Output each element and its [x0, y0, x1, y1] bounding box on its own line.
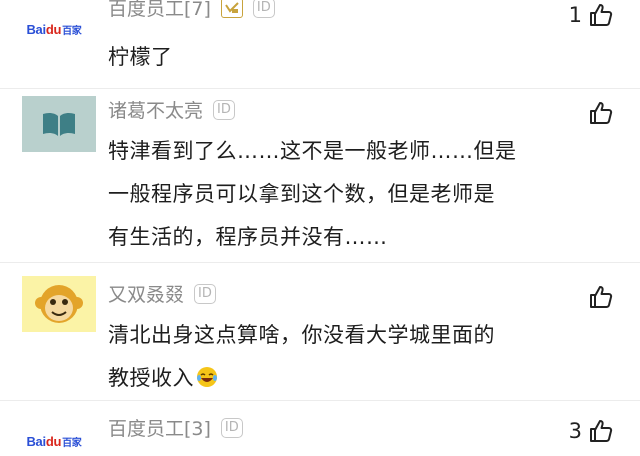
thumbs-up-icon	[590, 102, 613, 124]
thumbs-up-icon	[590, 4, 613, 26]
id-badge: ID	[194, 283, 216, 304]
avatar[interactable]: Baidu百家	[24, 426, 84, 456]
username[interactable]: 又双叒叕	[108, 280, 184, 307]
book-icon	[43, 112, 75, 136]
comment-header: 百度员工[7] ID	[108, 0, 275, 21]
divider	[0, 262, 640, 263]
baidu-logo-icon: Baidu百家	[26, 21, 82, 37]
username[interactable]: 百度员工[7]	[108, 0, 211, 21]
monkey-icon	[35, 285, 83, 323]
avatar[interactable]: Baidu百家	[24, 14, 84, 44]
divider	[0, 88, 640, 89]
avatar[interactable]	[22, 276, 96, 332]
laughing-tears-emoji-icon	[197, 367, 217, 387]
like-count: 3	[568, 419, 582, 443]
thumbs-up-icon	[590, 286, 613, 308]
comment-header: 诸葛不太亮 ID	[108, 96, 235, 123]
comment-header: 又双叒叕 ID	[108, 280, 216, 307]
comment-text: 柠檬了	[108, 45, 173, 69]
like-button[interactable]	[588, 100, 614, 126]
comment-text: 特津看到了么……这不是一般老师……但是 一般程序员可以拿到这个数，但是老师是 有…	[108, 139, 517, 249]
id-badge: ID	[220, 417, 243, 438]
like-button[interactable]	[588, 284, 614, 310]
username[interactable]: 诸葛不太亮	[108, 96, 203, 123]
comment-text: 清北出身这点算啥，你没看大学城里面的 教授收入	[108, 323, 495, 390]
divider	[0, 400, 640, 401]
username[interactable]: 百度员工[3]	[108, 414, 211, 441]
like-button[interactable]: 1	[569, 2, 614, 28]
id-badge: ID	[213, 99, 235, 120]
like-count: 1	[568, 3, 582, 27]
baidu-logo-icon: Baidu百家	[26, 433, 82, 449]
id-badge: ID	[252, 0, 275, 18]
level-badge-icon	[220, 0, 243, 18]
avatar[interactable]	[22, 96, 96, 152]
comment-header: 百度员工[3] ID	[108, 414, 243, 441]
like-button[interactable]: 3	[569, 418, 614, 444]
thumbs-up-icon	[590, 420, 613, 442]
